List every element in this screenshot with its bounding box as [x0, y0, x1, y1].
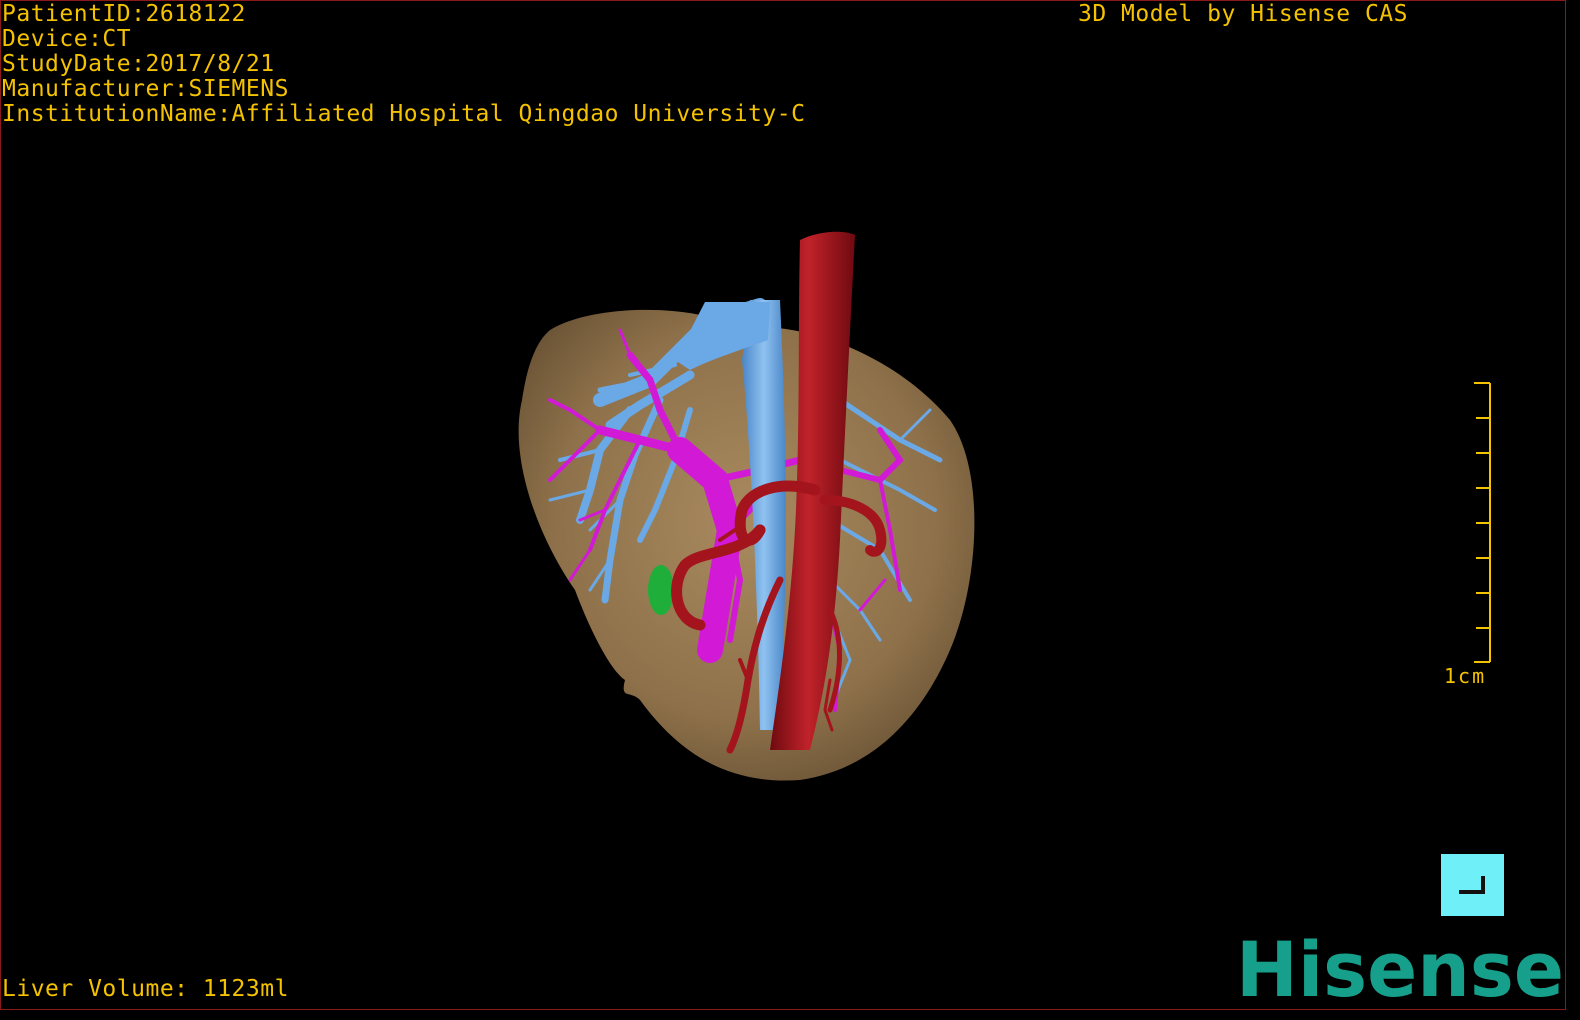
model-title: 3D Model by Hisense CAS	[1078, 1, 1408, 27]
manufacturer-text: Manufacturer:SIEMENS	[2, 76, 289, 102]
device-text: Device:CT	[2, 26, 132, 52]
patient-info-overlay: PatientID:2618122 Device:CT StudyDate:20…	[2, 2, 805, 127]
scale-label: 1cm	[1444, 664, 1487, 688]
patient-id-text: PatientID:2618122	[2, 1, 246, 27]
scale-bar	[1474, 382, 1491, 663]
gallbladder	[648, 565, 674, 615]
corner-arrow-icon	[1459, 876, 1485, 894]
study-date-text: StudyDate:2017/8/21	[2, 51, 275, 77]
institution-text: InstitutionName:Affiliated Hospital Qing…	[2, 101, 806, 127]
liver-volume-text: Liver Volume: 1123ml	[2, 976, 289, 1002]
hisense-logo: Hisense	[1236, 932, 1564, 1002]
liver-3d-viewport[interactable]	[480, 210, 1020, 810]
corner-toggle-button[interactable]	[1441, 854, 1504, 916]
hisense-logo-text: Hisense	[1236, 932, 1564, 1002]
